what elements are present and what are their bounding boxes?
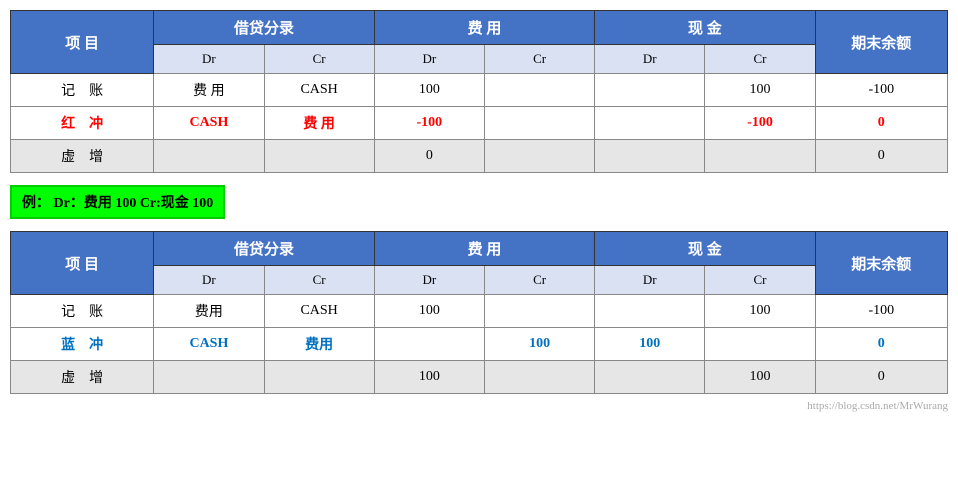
t2r3-fy-dr: 100	[374, 361, 484, 394]
t1r3-balance: 0	[815, 140, 947, 173]
t1r1-xj-cr: 100	[705, 74, 815, 107]
t2r3-balance: 0	[815, 361, 947, 394]
t1r1-name: 记 账	[11, 74, 154, 107]
t2r2-balance: 0	[815, 328, 947, 361]
t1r1-fy-dr: 100	[374, 74, 484, 107]
col-journalentry: 借贷分录	[154, 11, 374, 45]
t1r2-fy-dr: -100	[374, 107, 484, 140]
t1r2-jl-dr: CASH	[154, 107, 264, 140]
t2-col-project: 项 目	[11, 232, 154, 295]
t2r2-name: 蓝 冲	[11, 328, 154, 361]
t2r3-jl-dr	[154, 361, 264, 394]
t1r1-jl-dr: 费 用	[154, 74, 264, 107]
t1r3-name: 虚 增	[11, 140, 154, 173]
t1r2-jl-cr: 费 用	[264, 107, 374, 140]
t2r3-xj-cr: 100	[705, 361, 815, 394]
t2r2-fy-cr: 100	[484, 328, 594, 361]
table2-row-jizhang: 记 账 费用 CASH 100 100 -100	[11, 295, 948, 328]
t1r1-fy-cr	[484, 74, 594, 107]
col-expense: 费 用	[374, 11, 594, 45]
t2r3-xj-dr	[595, 361, 705, 394]
t1r1-balance: -100	[815, 74, 947, 107]
jl-dr-header: Dr	[154, 45, 264, 74]
col-balance: 期末余额	[815, 11, 947, 74]
t2r1-jl-dr: 费用	[154, 295, 264, 328]
t2r3-name: 虚 增	[11, 361, 154, 394]
t2r2-jl-dr: CASH	[154, 328, 264, 361]
table2-row-lanchong: 蓝 冲 CASH 费用 100 100 0	[11, 328, 948, 361]
xj-cr-header: Cr	[705, 45, 815, 74]
xj-dr-header: Dr	[595, 45, 705, 74]
t1r1-xj-dr	[595, 74, 705, 107]
t2-col-expense: 费 用	[374, 232, 594, 266]
t1r3-jl-cr	[264, 140, 374, 173]
t1r1-jl-cr: CASH	[264, 74, 374, 107]
t2r1-xj-cr: 100	[705, 295, 815, 328]
t1r2-xj-cr: -100	[705, 107, 815, 140]
table1-header-row: 项 目 借贷分录 费 用 现 金 期末余额	[11, 11, 948, 45]
t1r2-balance: 0	[815, 107, 947, 140]
col-project: 项 目	[11, 11, 154, 74]
t2r3-jl-cr	[264, 361, 374, 394]
table1: 项 目 借贷分录 费 用 现 金 期末余额 Dr Cr Dr Cr Dr Cr …	[10, 10, 948, 173]
t1r3-fy-cr	[484, 140, 594, 173]
t1r3-jl-dr	[154, 140, 264, 173]
t2r1-balance: -100	[815, 295, 947, 328]
t2-xj-cr-header: Cr	[705, 266, 815, 295]
table1-row-hongchong: 红 冲 CASH 费 用 -100 -100 0	[11, 107, 948, 140]
t1r2-xj-dr	[595, 107, 705, 140]
table2: 项 目 借贷分录 费 用 现 金 期末余额 Dr Cr Dr Cr Dr Cr …	[10, 231, 948, 394]
t2r2-xj-dr: 100	[595, 328, 705, 361]
t2r2-fy-dr	[374, 328, 484, 361]
fy-dr-header: Dr	[374, 45, 484, 74]
table2-header-row: 项 目 借贷分录 费 用 现 金 期末余额	[11, 232, 948, 266]
table1-row-xuzeng: 虚 增 0 0	[11, 140, 948, 173]
watermark: https://blog.csdn.net/MrWurang	[807, 400, 948, 412]
t2r1-fy-dr: 100	[374, 295, 484, 328]
t2-fy-cr-header: Cr	[484, 266, 594, 295]
fy-cr-header: Cr	[484, 45, 594, 74]
t1r3-fy-dr: 0	[374, 140, 484, 173]
t2r3-fy-cr	[484, 361, 594, 394]
col-cash: 现 金	[595, 11, 815, 45]
t2-jl-dr-header: Dr	[154, 266, 264, 295]
t2-fy-dr-header: Dr	[374, 266, 484, 295]
t2-col-journalentry: 借贷分录	[154, 232, 374, 266]
t2r1-jl-cr: CASH	[264, 295, 374, 328]
t2r1-fy-cr	[484, 295, 594, 328]
t2r2-xj-cr	[705, 328, 815, 361]
t2r1-name: 记 账	[11, 295, 154, 328]
jl-cr-header: Cr	[264, 45, 374, 74]
table1-wrapper: 项 目 借贷分录 费 用 现 金 期末余额 Dr Cr Dr Cr Dr Cr …	[10, 10, 948, 173]
t1r2-fy-cr	[484, 107, 594, 140]
t1r3-xj-cr	[705, 140, 815, 173]
table2-row-xuzeng: 虚 增 100 100 0	[11, 361, 948, 394]
table2-wrapper: 项 目 借贷分录 费 用 现 金 期末余额 Dr Cr Dr Cr Dr Cr …	[10, 231, 948, 394]
t2r1-xj-dr	[595, 295, 705, 328]
t1r3-xj-dr	[595, 140, 705, 173]
t1r2-name: 红 冲	[11, 107, 154, 140]
t2-col-balance: 期末余额	[815, 232, 947, 295]
table1-row-jizhang: 记 账 费 用 CASH 100 100 -100	[11, 74, 948, 107]
example-banner: 例： Dr：费用 100 Cr:现金 100	[10, 185, 225, 219]
t2-xj-dr-header: Dr	[595, 266, 705, 295]
t2-col-cash: 现 金	[595, 232, 815, 266]
t2r2-jl-cr: 费用	[264, 328, 374, 361]
t2-jl-cr-header: Cr	[264, 266, 374, 295]
